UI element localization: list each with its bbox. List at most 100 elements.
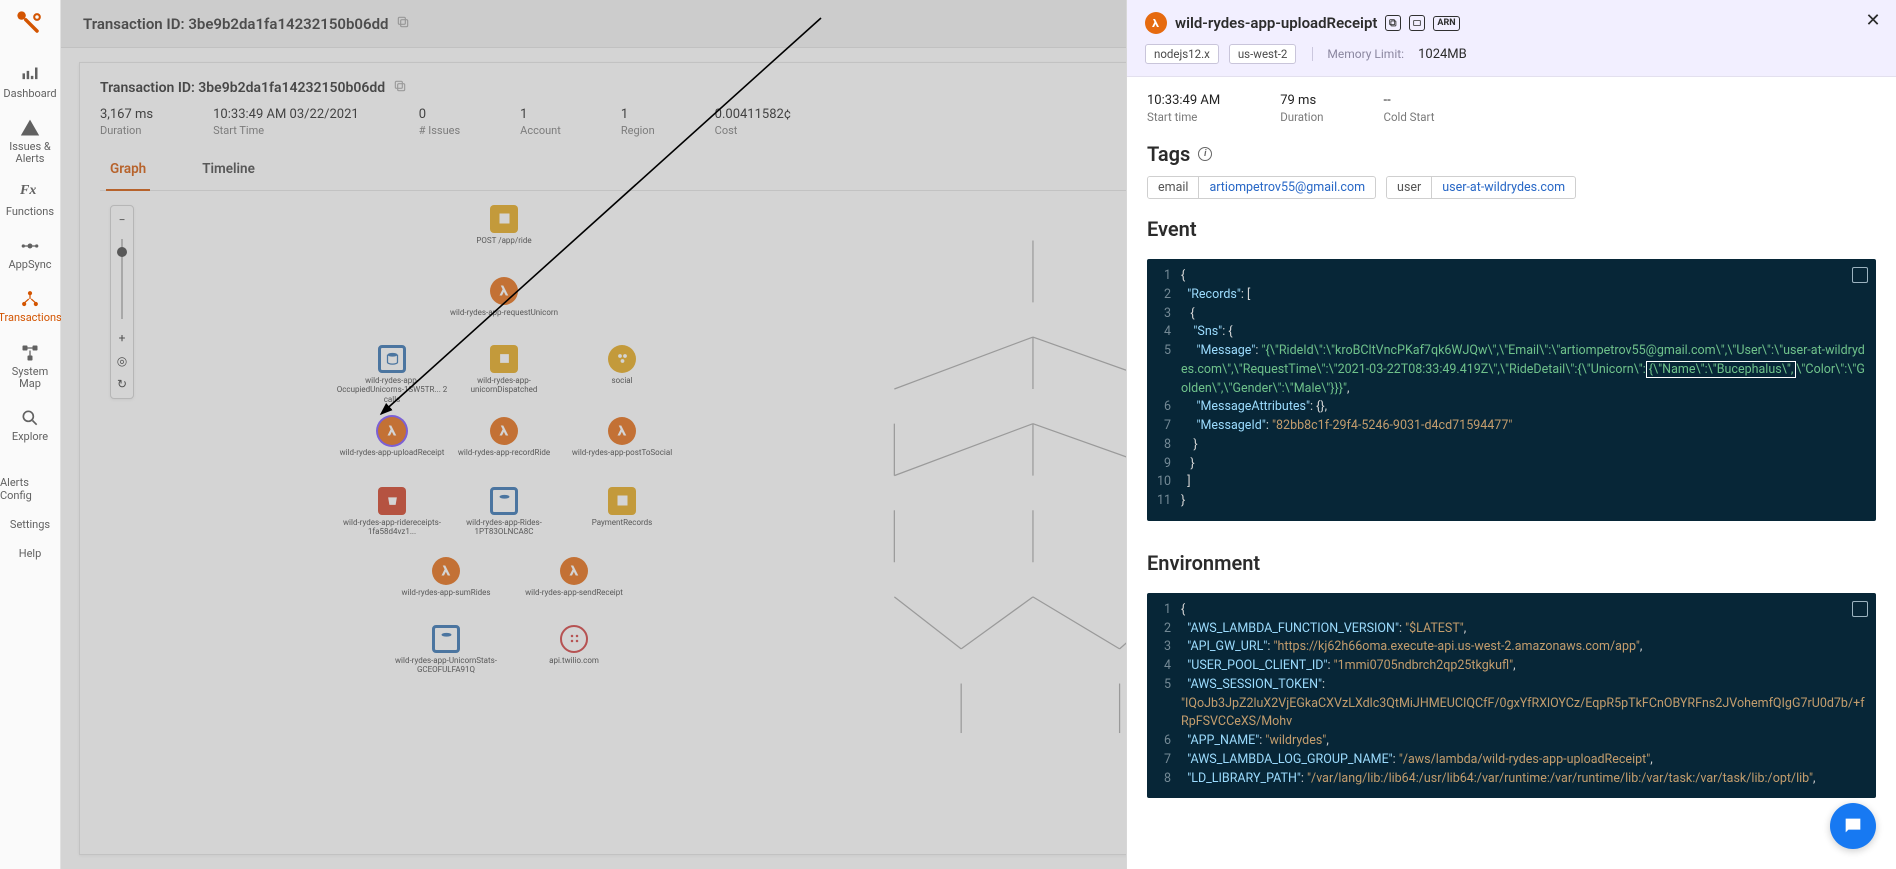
metric-value: 1 [520,107,561,122]
invocation-panel: wild-rydes-app-uploadReceipt ARN ✕ nodej… [1126,0,1896,869]
metric-value: 1 [621,107,655,122]
dynamodb-icon[interactable] [378,345,406,373]
tag-key: email [1148,177,1199,198]
node-label: wild-rydes-app-OccupiedUnicorns-1SW5TR..… [332,376,452,405]
node-label: POST /app/ride [476,236,531,246]
lambda-icon[interactable] [608,417,636,445]
page-title-prefix: Transaction ID: [83,15,185,33]
metric-label: # Issues [419,124,460,137]
info-icon[interactable]: i [1198,147,1212,161]
metric-value: 10:33:49 AM 03/22/2021 [213,107,359,122]
metric-label: Duration [100,124,153,137]
tag-email: email artiompetrov55@gmail.com [1147,176,1376,199]
environment-heading: Environment [1147,551,1876,575]
sidebar-item-appsync[interactable]: AppSync [0,227,60,280]
environment-code[interactable]: 1{ 2 "AWS_LAMBDA_FUNCTION_VERSION": "$LA… [1147,593,1876,799]
invoc-value: -- [1384,93,1435,108]
metric-label: Cost [715,124,791,137]
node-label: wild-rydes-app-ridereceipts-1fa58d4vz1..… [332,518,452,537]
sidebar-item-explore[interactable]: Explore [0,399,60,452]
sidebar-label: Functions [6,206,54,218]
page-title-id: 3be9b2da1fa14232150b06dd [188,15,388,33]
invoc-label: Start time [1147,110,1220,124]
sidebar-label: Transactions [0,312,62,324]
lambda-icon[interactable] [432,557,460,585]
metric-value: 0 [419,107,460,122]
s3-icon[interactable] [378,487,406,515]
dynamodb-icon[interactable] [490,487,518,515]
table-icon[interactable] [608,487,636,515]
open-external-icon[interactable] [1409,15,1425,31]
node-label: wild-rydes-app-recordRide [458,448,550,458]
node-label: PaymentRecords [592,518,653,528]
arn-badge[interactable]: ARN [1433,16,1459,31]
sidebar-item-dashboard[interactable]: Dashboard [0,56,60,109]
close-icon[interactable]: ✕ [1864,12,1882,30]
node-label: wild-rydes-app-sendReceipt [525,588,623,598]
tag-value-link[interactable]: artiompetrov55@gmail.com [1199,177,1375,198]
sidebar-label: Issues & Alerts [2,141,58,165]
runtime-chip: nodejs12.x [1145,44,1219,64]
lambda-icon[interactable] [560,557,588,585]
sidebar-help[interactable]: Help [19,547,42,560]
lambda-icon[interactable] [490,417,518,445]
sidebar-item-transactions[interactable]: Transactions [0,280,60,333]
node-label: wild-rydes-app-postToSocial [572,448,672,458]
node-label: wild-rydes-app-unicornDispatched [444,376,564,395]
panel-title: wild-rydes-app-uploadReceipt [1175,14,1377,32]
sidebar-settings[interactable]: Settings [10,518,50,531]
event-code[interactable]: 1{ 2 "Records": [ 3 { 4 "Sns": { 5 "Mess… [1147,259,1876,521]
sidebar-label: AppSync [8,259,51,271]
sidebar-label: System Map [2,366,58,390]
social-icon[interactable] [608,345,636,373]
sidebar-alerts-config[interactable]: Alerts Config [0,476,60,502]
zoom-out-icon[interactable]: − [114,212,130,228]
chat-bubble-icon[interactable] [1830,803,1876,849]
sidebar-item-functions[interactable]: Fx Functions [0,174,60,227]
zoom-fit-icon[interactable]: ◎ [114,353,130,369]
invoc-label: Duration [1280,110,1323,124]
sidebar-label: Dashboard [3,88,56,100]
region-chip: us-west-2 [1229,44,1297,64]
tag-key: user [1387,177,1432,198]
metric-value: 0.00411582¢ [715,107,791,122]
node-label: social [611,376,632,386]
copy-icon[interactable] [396,15,410,33]
card-title-id: 3be9b2da1fa14232150b06dd [198,80,385,96]
invoc-value: 79 ms [1280,93,1323,108]
node-label: wild-rydes-app-requestUnicorn [450,308,558,318]
event-heading: Event [1147,217,1876,241]
zoom-control[interactable]: − + ◎ ↻ [110,205,134,399]
tab-timeline[interactable]: Timeline [198,151,259,190]
node-label: wild-rydes-app-UnicornStats-GCEOFULFA91Q [386,656,506,675]
metric-value: 3,167 ms [100,107,153,122]
lambda-icon[interactable] [378,417,406,445]
dynamodb-icon[interactable] [432,625,460,653]
zoom-slider[interactable] [121,239,123,319]
metric-label: Account [520,124,561,137]
metric-label: Start Time [213,124,359,137]
node-label: wild-rydes-app-uploadReceipt [340,448,445,458]
invoc-value: 10:33:49 AM [1147,93,1220,108]
lumigo-logo[interactable] [16,10,44,38]
copy-icon[interactable] [1385,15,1401,31]
node-label: api.twilio.com [549,656,599,666]
invoc-label: Cold Start [1384,110,1435,124]
lambda-icon[interactable] [490,277,518,305]
copy-icon[interactable] [1852,267,1868,283]
sns-icon[interactable] [490,345,518,373]
sidebar-item-issues[interactable]: Issues & Alerts [0,109,60,174]
twilio-icon[interactable] [560,625,588,653]
tag-user: user user-at-wildrydes.com [1386,176,1576,199]
copy-icon[interactable] [1852,601,1868,617]
tab-graph[interactable]: Graph [106,151,150,191]
card-title-prefix: Transaction ID: [100,80,195,96]
zoom-in-icon[interactable]: + [114,330,130,346]
api-gateway-icon[interactable] [490,205,518,233]
memory-label: Memory Limit: [1312,47,1404,61]
zoom-reset-icon[interactable]: ↻ [114,376,130,392]
copy-icon[interactable] [393,79,407,97]
lambda-icon [1145,12,1167,34]
tag-value-link[interactable]: user-at-wildrydes.com [1432,177,1575,198]
sidebar-item-systemmap[interactable]: System Map [0,334,60,399]
